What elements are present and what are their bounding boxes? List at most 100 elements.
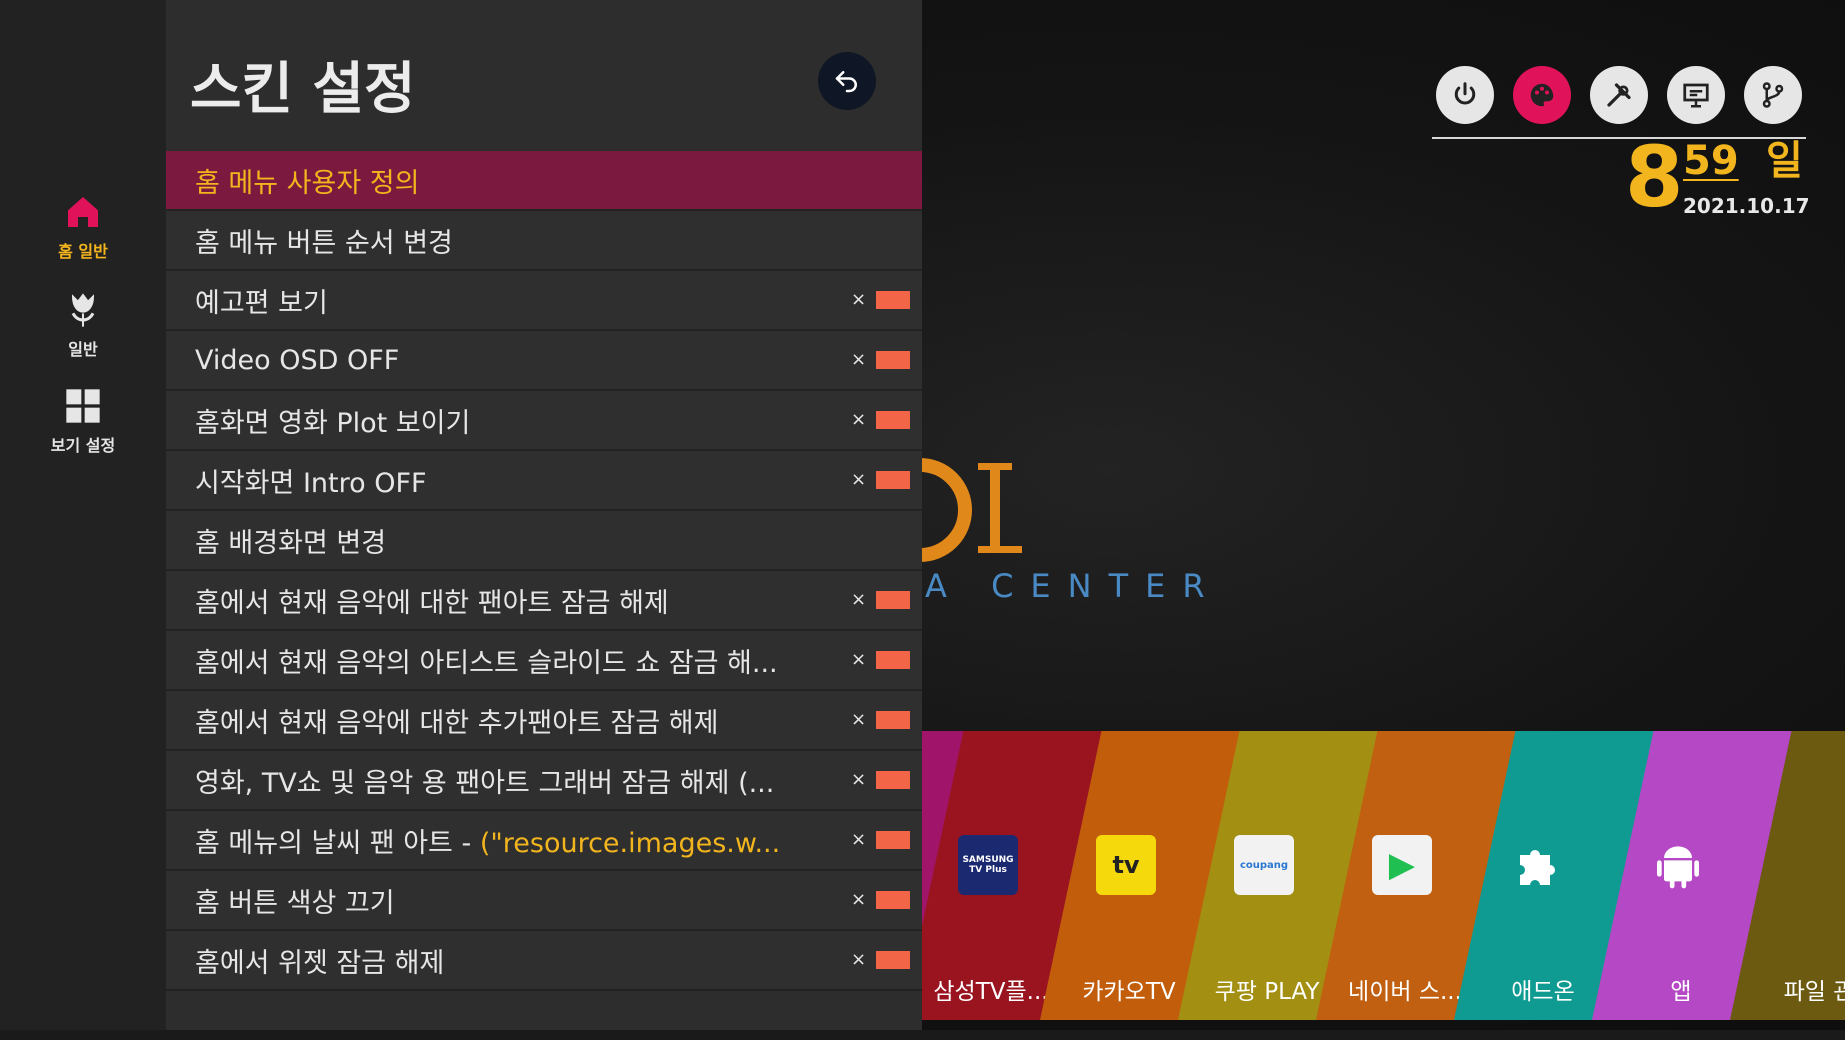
tile-label: 쿠팡 PLAY	[1214, 979, 1320, 1005]
home-tile-content: SAMSUNG TV Plus 삼성TV플...	[922, 731, 1060, 1020]
tile-app-icon: tv	[1096, 835, 1156, 895]
toggle-switch[interactable]	[876, 471, 910, 489]
toggle-switch[interactable]	[876, 831, 910, 849]
toggle-switch[interactable]	[876, 891, 910, 909]
toggle-off-mark: ×	[851, 709, 867, 730]
clock-hour: 8	[1625, 128, 1684, 226]
tile-label: 애드온	[1511, 979, 1575, 1005]
toggle-off-mark: ×	[851, 649, 867, 670]
settings-item-label: 홈화면 영화 Plot 보이기	[166, 401, 470, 440]
rail-item-general[interactable]: 일반	[0, 290, 166, 360]
back-arrow-icon	[835, 71, 857, 93]
presentation-button[interactable]	[1667, 66, 1725, 124]
skin-settings-button[interactable]	[1513, 66, 1571, 124]
settings-item-text: 홈에서 현재 음악에 대한 팬아트 잠금 해제	[195, 587, 669, 619]
palette-icon	[1530, 83, 1554, 107]
settings-list-item[interactable]: 홈 메뉴 사용자 정의	[166, 151, 922, 211]
toggle-switch[interactable]	[876, 591, 910, 609]
settings-list-item[interactable]: Video OSD OFF ×	[166, 331, 922, 391]
settings-category-rail: 홈 일반 일반 보기 설정	[0, 0, 166, 1030]
toggle-switch[interactable]	[876, 771, 910, 789]
tools-button[interactable]	[1590, 66, 1648, 124]
toggle-off-mark: ×	[851, 829, 867, 850]
settings-list-item[interactable]: 홈 배경화면 변경	[166, 511, 922, 571]
toggle-off-mark: ×	[851, 349, 867, 370]
clock-minute: 59	[1683, 138, 1739, 184]
home-tile-content: 앱	[1612, 731, 1750, 1020]
settings-list: 홈 메뉴 사용자 정의 홈 메뉴 버튼 순서 변경 예고편 보기 × Video OSD…	[166, 151, 922, 991]
rail-item-home-general[interactable]: 홈 일반	[0, 192, 166, 262]
settings-item-text: 시작화면 Intro OFF	[195, 467, 427, 499]
settings-list-item[interactable]: 홈 메뉴의 날씨 팬 아트 - ("resource.images.w... ×	[166, 811, 922, 871]
toggle-switch[interactable]	[876, 351, 910, 369]
toggle-switch[interactable]	[876, 651, 910, 669]
settings-item-label: 홈 메뉴 사용자 정의	[166, 161, 419, 200]
settings-item-text: 홈에서 현재 음악에 대한 추가팬아트 잠금 해제	[195, 707, 719, 739]
tile-icon-text: coupang	[1239, 859, 1289, 871]
tile-icon-text: ▶	[1388, 845, 1416, 885]
toggle-off-mark: ×	[851, 949, 867, 970]
tile-label: 카카오TV	[1082, 979, 1176, 1005]
tile-icon-text: SAMSUNG TV Plus	[962, 855, 1014, 875]
toggle-switch[interactable]	[876, 711, 910, 729]
settings-list-item[interactable]: 홈에서 현재 음악에 대한 팬아트 잠금 해제 ×	[166, 571, 922, 631]
settings-item-label: 홈 메뉴의 날씨 팬 아트 - ("resource.images.w...	[166, 821, 780, 860]
rail-item-label: 보기 설정	[50, 436, 116, 455]
home-tile-content: 파일 관	[1750, 731, 1845, 1020]
home-tile-content: coupang 쿠팡 PLAY	[1198, 731, 1336, 1020]
settings-item-label: 홈에서 위젯 잠금 해제	[166, 941, 444, 980]
power-button[interactable]	[1436, 66, 1494, 124]
grid-icon	[66, 389, 100, 423]
settings-item-text: 영화, TV쇼 및 음악 용 팬아트 그래버 잠금 해제 (...	[195, 767, 775, 799]
settings-item-label: 홈에서 현재 음악에 대한 팬아트 잠금 해제	[166, 581, 669, 620]
tile-label: 네이버 스...	[1348, 979, 1462, 1005]
rail-item-view-settings[interactable]: 보기 설정	[0, 386, 166, 456]
settings-list-item[interactable]: 홈에서 위젯 잠금 해제 ×	[166, 931, 922, 991]
settings-item-text: 홈 배경화면 변경	[195, 527, 387, 559]
settings-item-text: 예고편 보기	[195, 287, 328, 319]
settings-item-text: 홈에서 위젯 잠금 해제	[195, 947, 445, 979]
home-tile-content: ▶ 네이버 스...	[1336, 731, 1474, 1020]
settings-list-item[interactable]: 홈에서 현재 음악의 아티스트 슬라이드 쇼 잠금 해... ×	[166, 631, 922, 691]
home-tile-content: 애드온	[1474, 731, 1612, 1020]
settings-list-item[interactable]: 홈 버튼 색상 끄기 ×	[166, 871, 922, 931]
branch-icon	[1762, 82, 1784, 108]
tile-app-icon: ▶	[1372, 835, 1432, 895]
home-tile-content: tv 카카오TV	[1060, 731, 1198, 1020]
toggle-switch[interactable]	[876, 291, 910, 309]
tile-app-icon: SAMSUNG TV Plus	[958, 835, 1018, 895]
tile-label: 앱	[1670, 979, 1692, 1005]
settings-item-text: 홈 메뉴 버튼 순서 변경	[195, 227, 453, 259]
settings-item-text: Video OSD OFF	[195, 344, 400, 376]
settings-list-item[interactable]: 시작화면 Intro OFF ×	[166, 451, 922, 511]
settings-list-item[interactable]: 예고편 보기 ×	[166, 271, 922, 331]
toggle-switch[interactable]	[876, 951, 910, 969]
toggle-switch[interactable]	[876, 411, 910, 429]
settings-item-text: 홈 메뉴의 날씨 팬 아트 -	[195, 827, 480, 859]
settings-item-label: 예고편 보기	[166, 281, 328, 320]
settings-item-label: 영화, TV쇼 및 음악 용 팬아트 그래버 잠금 해제 (...	[166, 761, 774, 800]
tools-icon	[1607, 83, 1631, 107]
clock-date: 2021.10.17	[1683, 194, 1810, 218]
top-divider	[1432, 137, 1806, 139]
settings-list-item[interactable]: 홈 메뉴 버튼 순서 변경	[166, 211, 922, 271]
settings-list-item[interactable]: 영화, TV쇼 및 음악 용 팬아트 그래버 잠금 해제 (... ×	[166, 751, 922, 811]
settings-item-value: ("resource.images.w...	[479, 827, 781, 859]
top-icon-bar	[1436, 66, 1802, 124]
logo-text: A CENTER	[925, 567, 1222, 605]
settings-item-text: 홈 버튼 색상 끄기	[195, 887, 395, 919]
presentation-icon	[1683, 83, 1709, 108]
tile-app-icon: coupang	[1234, 835, 1294, 895]
settings-list-item[interactable]: 홈화면 영화 Plot 보이기 ×	[166, 391, 922, 451]
branch-button[interactable]	[1744, 66, 1802, 124]
rail-item-label: 홈 일반	[58, 242, 108, 261]
tile-app-icon	[1510, 835, 1570, 895]
toggle-off-mark: ×	[851, 589, 867, 610]
toggle-off-mark: ×	[851, 409, 867, 430]
back-button[interactable]	[818, 52, 876, 110]
settings-item-label: 홈에서 현재 음악에 대한 추가팬아트 잠금 해제	[166, 701, 718, 740]
panel-title: 스킨 설정	[190, 57, 416, 122]
tile-label: 삼성TV플...	[933, 979, 1049, 1005]
settings-list-item[interactable]: 홈에서 현재 음악에 대한 추가팬아트 잠금 해제 ×	[166, 691, 922, 751]
settings-item-label: 시작화면 Intro OFF	[166, 461, 427, 500]
